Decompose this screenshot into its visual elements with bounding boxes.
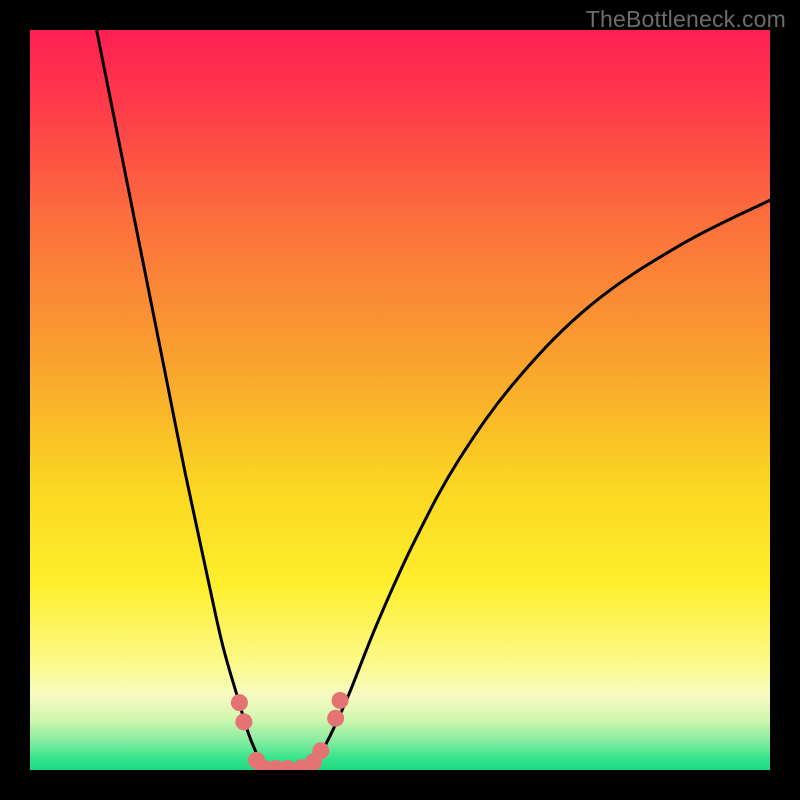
dot-left-upper2 <box>235 713 252 730</box>
plot-area <box>30 30 770 770</box>
gradient-background <box>30 30 770 770</box>
chart-svg <box>30 30 770 770</box>
dot-right-top <box>332 692 349 709</box>
dot-left-upper <box>231 694 248 711</box>
dot-right-upper <box>327 710 344 727</box>
chart-frame: TheBottleneck.com <box>0 0 800 800</box>
dot-right-mid <box>312 742 329 759</box>
watermark-label: TheBottleneck.com <box>586 6 786 33</box>
